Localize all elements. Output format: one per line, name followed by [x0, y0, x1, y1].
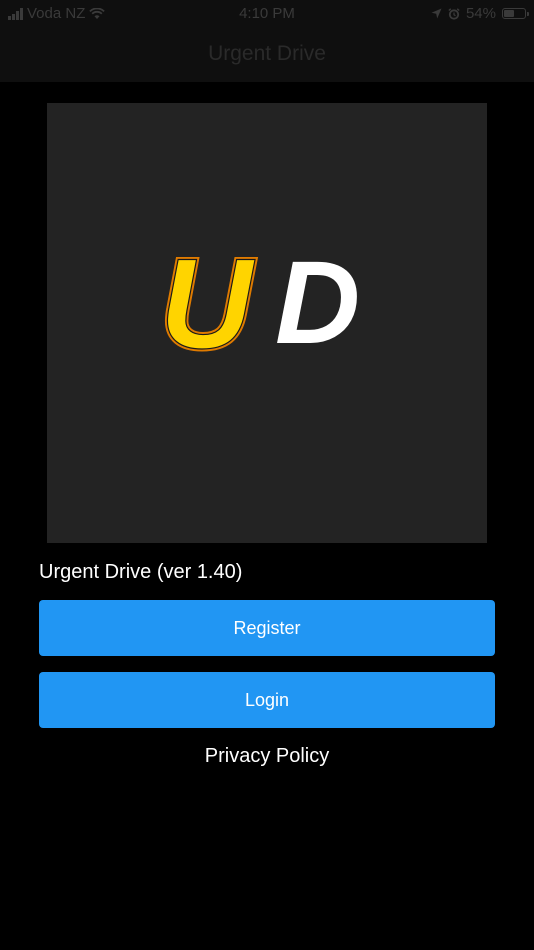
privacy-policy-link[interactable]: Privacy Policy — [205, 745, 329, 767]
status-bar: Voda NZ 4:10 PM 54% — [0, 0, 534, 28]
battery-fill — [504, 10, 514, 17]
alarm-icon — [448, 7, 460, 20]
location-arrow-icon — [431, 8, 442, 19]
battery-percent: 54% — [465, 5, 496, 22]
logo-letter-d: D — [275, 237, 360, 369]
privacy-policy-row: Privacy Policy — [0, 745, 534, 768]
screen: Voda NZ 4:10 PM 54% Urgent Drive U U D U… — [0, 0, 534, 950]
logo-letter-u-inner-outline: U — [160, 233, 256, 376]
version-label: Urgent Drive (ver 1.40) — [39, 561, 243, 583]
ud-logo-graphic: U U D — [158, 231, 361, 379]
status-right: 54% — [431, 5, 529, 22]
battery-icon — [502, 8, 529, 19]
app-logo: U U D — [47, 103, 487, 543]
nav-title: Urgent Drive — [208, 42, 326, 65]
login-button[interactable]: Login — [39, 672, 495, 728]
register-button[interactable]: Register — [39, 600, 495, 656]
